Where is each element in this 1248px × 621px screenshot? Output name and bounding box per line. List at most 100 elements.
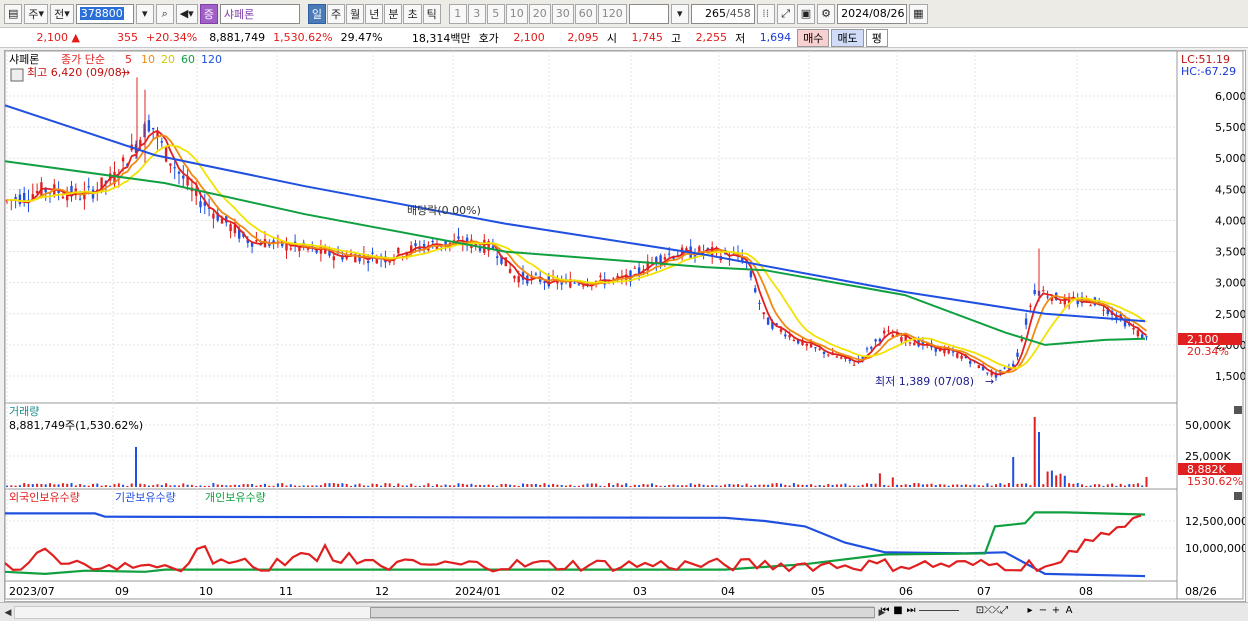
volume-bar <box>483 485 486 487</box>
period-tab-5[interactable]: 초 <box>403 3 422 24</box>
volume-bar <box>487 484 490 487</box>
x-tick-label: 08 <box>1079 585 1093 598</box>
stock-chart[interactable]: 6,000 5,500 5,000 4,500 4,000 3,500 3,000 2,500… <box>4 50 1248 602</box>
speaker-icon[interactable]: ◀▾ <box>175 3 198 24</box>
period-tab-3[interactable]: 년 <box>365 3 384 24</box>
settings-icon[interactable]: ⚙ <box>817 3 836 24</box>
volume-bar <box>268 485 271 487</box>
volume-bar <box>307 485 309 487</box>
interval-3[interactable]: 3 <box>467 3 486 24</box>
candle-body <box>977 365 980 369</box>
x-tick-label: 03 <box>633 585 647 598</box>
stock-code-input[interactable]: 378800 <box>75 3 134 24</box>
volume-bar <box>960 484 963 487</box>
period-tab-6[interactable]: 틱 <box>422 3 441 24</box>
data-total-value: /458 <box>726 7 751 20</box>
open-price: 1,745 <box>631 31 663 44</box>
date-field[interactable]: 2024/08/26 <box>837 3 908 24</box>
volume-bar <box>685 485 688 487</box>
interval-input[interactable] <box>628 3 669 24</box>
volume-bar <box>160 485 163 487</box>
volume-bar <box>629 485 632 487</box>
volume-bar <box>732 484 735 487</box>
candle-body <box>517 276 520 283</box>
period-tab-0[interactable]: 일 <box>307 3 326 24</box>
volume-bar <box>36 483 39 487</box>
font-icon[interactable]: A <box>1064 605 1074 616</box>
price-change: 355 <box>117 31 138 44</box>
volume-bar <box>921 484 924 487</box>
stop-icon[interactable]: ■ <box>893 605 903 616</box>
period-type-dropdown[interactable]: 주 ▾ <box>24 3 49 24</box>
volume-bar <box>362 485 365 487</box>
zoom-slider[interactable] <box>919 610 959 611</box>
interval-10[interactable]: 10 <box>505 3 528 24</box>
jump-start-icon[interactable]: ⏮ <box>880 605 890 616</box>
save-icon[interactable]: ▣ <box>796 3 816 24</box>
x-tick-label: 10 <box>199 585 213 598</box>
x-tick-label: 06 <box>899 585 913 598</box>
zoom-out-icon[interactable]: ▸ <box>1025 605 1035 616</box>
volume-bar <box>100 485 103 487</box>
volume-panel-close-icon[interactable] <box>1234 406 1242 414</box>
volume-bar <box>569 484 572 487</box>
candle-body <box>220 218 224 224</box>
volume-bar <box>1098 484 1101 487</box>
plus-icon[interactable]: + <box>1051 605 1061 616</box>
volume-bar <box>113 484 116 487</box>
candle-body <box>865 348 869 350</box>
holding-panel-close-icon[interactable] <box>1234 492 1242 500</box>
candle-body <box>788 334 791 338</box>
volume-bar <box>840 484 843 487</box>
drawing-tools-icon[interactable]: ⊡⤫⤫⤢ <box>962 605 1022 616</box>
volume-bar <box>96 483 99 487</box>
buy-button[interactable]: 매수 <box>797 28 830 47</box>
data-count-field[interactable]: 265/458 <box>690 3 755 24</box>
volume-bar <box>655 485 658 487</box>
search-icon[interactable]: ⌕ <box>155 3 174 24</box>
volume-bar <box>526 483 529 487</box>
candle-body <box>1020 339 1023 342</box>
volume-bar <box>61 483 64 487</box>
volume-bar <box>909 485 911 487</box>
interval-120[interactable]: 120 <box>597 3 627 24</box>
volume-bar <box>182 483 185 487</box>
sell-button[interactable]: 매도 <box>831 28 864 47</box>
period-tab-2[interactable]: 월 <box>346 3 365 24</box>
interval-dropdown-icon[interactable]: ▾ <box>670 3 689 24</box>
prev-button[interactable]: 전 ▾ <box>50 3 74 24</box>
stock-name-field[interactable]: 샤페론 <box>219 3 300 24</box>
interval-60[interactable]: 60 <box>574 3 597 24</box>
volume-bar <box>552 483 555 487</box>
scroll-left-icon[interactable]: ◀ <box>2 606 14 619</box>
calendar-icon[interactable]: ▦ <box>909 3 928 24</box>
period-tab-1[interactable]: 주 <box>326 3 346 24</box>
volume-bar <box>805 484 808 487</box>
panel-menu-icon[interactable] <box>10 68 24 82</box>
line-tool-icon[interactable]: ⤢ <box>776 3 795 24</box>
candle-body <box>397 247 400 254</box>
code-dropdown-icon[interactable]: ▾ <box>135 3 154 24</box>
eval-button[interactable]: 평 <box>865 28 888 47</box>
interval-1[interactable]: 1 <box>448 3 467 24</box>
jump-end-icon[interactable]: ⏭ <box>906 605 916 616</box>
chart-type-icon[interactable]: ▤ <box>4 3 23 24</box>
interval-20[interactable]: 20 <box>528 3 551 24</box>
minus-icon[interactable]: − <box>1038 605 1048 616</box>
volume-bar <box>801 484 804 487</box>
interval-30[interactable]: 30 <box>551 3 574 24</box>
legend-ma5: 5 <box>125 53 132 66</box>
interval-5[interactable]: 5 <box>486 3 505 24</box>
volume-bar <box>1007 483 1010 487</box>
x-tick-label: 05 <box>811 585 825 598</box>
period-tab-4[interactable]: 분 <box>384 3 403 24</box>
volume-bar <box>79 484 82 487</box>
scroll-thumb[interactable] <box>370 607 875 618</box>
candle-body <box>169 163 172 166</box>
volume-bar <box>156 484 159 487</box>
volume-bar <box>1085 485 1088 487</box>
grid-icon[interactable]: ⁞⁞ <box>756 3 775 24</box>
volume-bar <box>319 485 322 487</box>
chart-canvas[interactable]: 6,000 5,500 5,000 4,500 4,000 3,500 3,000 2,500… <box>4 50 1248 601</box>
volume-bar <box>49 483 51 487</box>
